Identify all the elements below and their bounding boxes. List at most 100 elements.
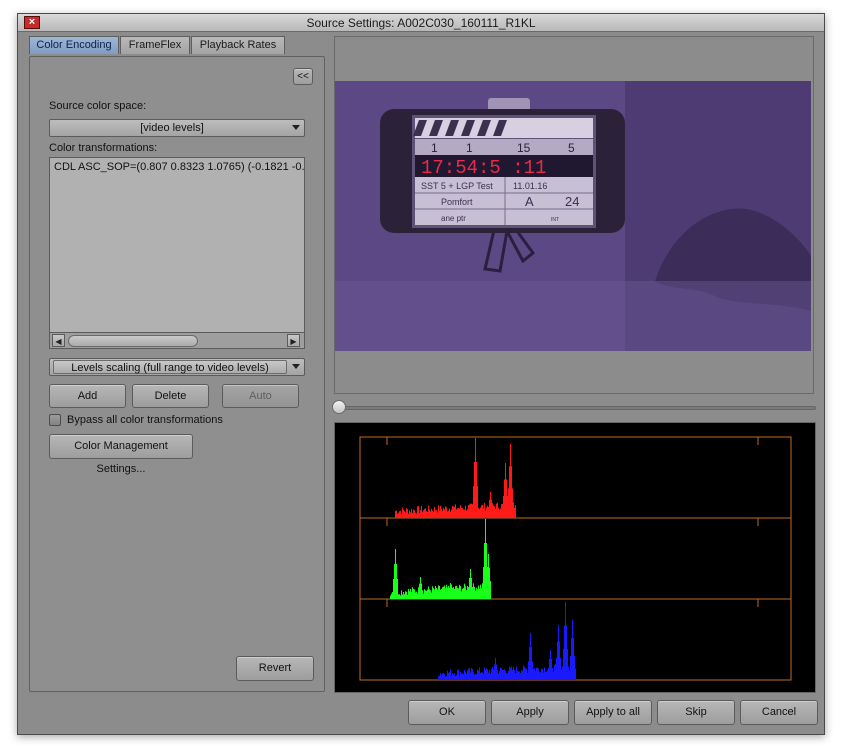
list-item[interactable]: CDL ASC_SOP=(0.807 0.8323 1.0765) (-0.18… (54, 161, 304, 173)
histogram-bar (452, 673, 453, 680)
histogram-bar (402, 594, 403, 599)
histogram-bar (516, 666, 517, 680)
levels-scaling-dropdown[interactable]: Levels scaling (full range to video leve… (49, 358, 305, 376)
color-management-settings-button[interactable]: Color Management Settings... (49, 434, 193, 475)
histogram-bar (444, 585, 445, 599)
histogram-bar (488, 506, 489, 518)
histogram-bar (396, 510, 397, 518)
histogram-bar (495, 508, 496, 518)
histogram-bar (424, 589, 425, 599)
source-color-space-dropdown[interactable]: [video levels] (49, 119, 305, 137)
apply-button[interactable]: Apply (491, 700, 569, 725)
histogram-bar (397, 579, 398, 599)
histogram-bar (570, 656, 571, 680)
histogram-bar (445, 506, 446, 518)
tab-color-encoding[interactable]: Color Encoding (29, 36, 119, 54)
histogram-bar (509, 666, 510, 680)
bypass-checkbox[interactable] (49, 414, 61, 426)
title-bar[interactable]: × Source Settings: A002C030_160111_R1KL (18, 14, 824, 32)
histogram-bar (536, 668, 537, 680)
histogram-bar (538, 668, 539, 680)
histogram-bar (430, 590, 431, 599)
histogram-bar (472, 669, 473, 680)
histogram-bar (561, 669, 562, 680)
histogram-bar (497, 669, 498, 680)
horizontal-scrollbar[interactable]: ◀ ▶ (49, 332, 305, 349)
scroll-left-icon[interactable]: ◀ (52, 334, 65, 347)
histogram-bar (437, 512, 438, 518)
histogram-bar (545, 671, 546, 680)
histogram-bar (539, 671, 540, 680)
histogram-bar (547, 669, 548, 680)
histogram-bar (563, 648, 564, 680)
histogram-bar (485, 669, 486, 680)
histogram-bar (485, 510, 486, 518)
histogram-bar (446, 584, 447, 599)
histogram-bar (450, 511, 451, 518)
histogram-bar (504, 669, 505, 680)
histogram-bar (543, 672, 544, 680)
apply-to-all-button[interactable]: Apply to all (574, 700, 652, 725)
histogram-bar (440, 673, 441, 680)
delete-button[interactable]: Delete (132, 384, 209, 408)
levels-scaling-value: Levels scaling (full range to video leve… (53, 360, 287, 374)
histogram-bar (483, 567, 484, 599)
histogram-bar (482, 672, 483, 680)
histogram-bar (461, 673, 462, 680)
histogram-bar (459, 508, 460, 518)
add-button[interactable]: Add (49, 384, 126, 408)
histogram-bar (571, 638, 572, 680)
histogram-bar (503, 669, 504, 680)
slate-take: 1 (466, 141, 473, 155)
ok-button[interactable]: OK (408, 700, 486, 725)
histogram-bar (480, 584, 481, 599)
histogram-bar (531, 647, 532, 680)
histogram-bar (434, 589, 435, 599)
histogram-bar (480, 672, 481, 680)
histogram-bar (488, 554, 489, 599)
histogram-bar (540, 672, 541, 680)
histogram-bar (407, 509, 408, 518)
histogram-bar (495, 658, 496, 680)
histogram-bar (527, 672, 528, 680)
histogram-bar (409, 510, 410, 518)
histogram-bar (408, 513, 409, 518)
histogram-bar (572, 620, 573, 680)
skip-button[interactable]: Skip (657, 700, 735, 725)
histogram-bar (444, 674, 445, 680)
bypass-label[interactable]: Bypass all color transformations (67, 414, 223, 427)
collapse-button[interactable]: << (293, 68, 313, 85)
tab-playback-rates[interactable]: Playback Rates (191, 36, 285, 54)
slate-scene: 1 (431, 141, 438, 155)
histogram-bar (395, 511, 396, 518)
scroll-right-icon[interactable]: ▶ (287, 334, 300, 347)
histogram-bar (487, 505, 488, 518)
revert-button[interactable]: Revert (236, 656, 314, 681)
histogram-bar (396, 564, 397, 599)
cancel-button[interactable]: Cancel (740, 700, 818, 725)
histogram-bar (520, 673, 521, 680)
histogram-bar (393, 579, 394, 599)
histogram-bar (474, 674, 475, 680)
histogram-bar (412, 512, 413, 518)
color-transformations-list[interactable]: CDL ASC_SOP=(0.807 0.8323 1.0765) (-0.18… (49, 157, 305, 333)
histogram-bar (436, 587, 437, 599)
histogram-bar (465, 671, 466, 680)
histogram-bar (390, 595, 391, 599)
timeline-slider-knob[interactable] (332, 400, 346, 414)
histogram-bar (450, 583, 451, 599)
histogram-bar (440, 505, 441, 518)
histogram-bar (554, 665, 555, 680)
histogram-bar (468, 668, 469, 680)
histogram-bar (509, 466, 510, 518)
tab-frameflex[interactable]: FrameFlex (120, 36, 190, 54)
timeline-slider[interactable] (338, 406, 816, 410)
histogram-bar (501, 668, 502, 680)
histogram-bar (419, 583, 420, 599)
scroll-thumb[interactable] (68, 335, 198, 347)
histogram-bar (465, 505, 466, 518)
histogram-bar (392, 591, 393, 599)
histogram-bar (481, 588, 482, 599)
histogram-bar (481, 672, 482, 680)
histogram-bar (421, 506, 422, 518)
